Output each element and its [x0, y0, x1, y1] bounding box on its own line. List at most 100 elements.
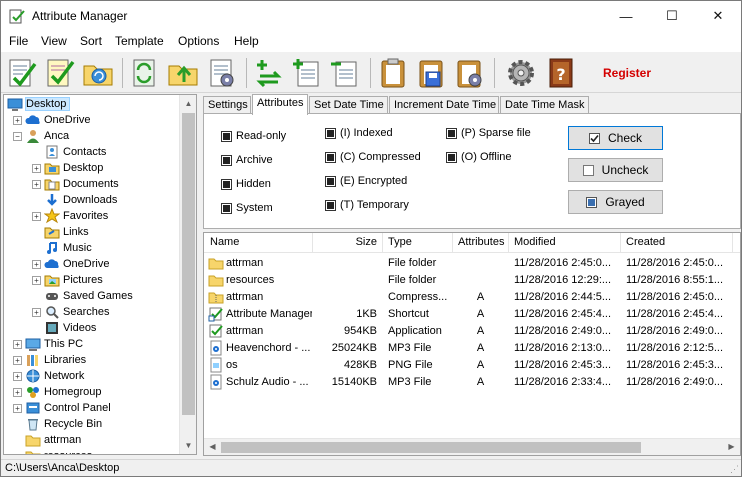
tree-node[interactable]: Links	[32, 224, 89, 240]
column-name[interactable]: Name	[210, 236, 239, 248]
tree-node[interactable]: Saved Games	[32, 288, 133, 304]
folder-refresh-icon[interactable]	[81, 56, 115, 90]
expand-icon[interactable]: +	[13, 339, 22, 349]
compressed-checkbox[interactable]: (C) Compressed	[325, 151, 421, 163]
tree-node[interactable]: + Searches	[32, 304, 109, 320]
maximize-button[interactable]: ☐	[649, 1, 695, 31]
file-row[interactable]: Schulz Audio - ... 15140KB MP3 File A 11/28/…	[204, 374, 740, 391]
folder-tree[interactable]: Desktop + OneDrive − Anca Contacts + Desktop + Do…	[3, 94, 197, 455]
help-book-icon[interactable]: ?	[544, 56, 578, 90]
expand-icon[interactable]: +	[13, 403, 22, 413]
file-row[interactable]: attrman Compress... A 11/28/2016 2:44:5... 1…	[204, 289, 740, 306]
tab-set-date-time[interactable]: Set Date Time	[309, 96, 388, 114]
file-row[interactable]: attrman 954KB Application A 11/28/2016 2:49:…	[204, 323, 740, 340]
file-row[interactable]: Heavenchord - ... 25024KB MP3 File A 11/28/2…	[204, 340, 740, 357]
tree-node[interactable]: + This PC	[13, 336, 83, 352]
check-button[interactable]: Check	[568, 126, 663, 150]
tree-node[interactable]: + Documents	[32, 176, 119, 192]
tree-node[interactable]: Desktop	[7, 96, 71, 112]
tree-node[interactable]: + Pictures	[32, 272, 103, 288]
scroll-thumb[interactable]	[221, 442, 641, 453]
tree-vertical-scrollbar[interactable]: ▲ ▼	[179, 95, 196, 454]
gear-icon[interactable]	[504, 56, 538, 90]
expand-icon[interactable]: +	[32, 275, 41, 285]
offline-checkbox[interactable]: (O) Offline	[446, 151, 512, 163]
archive-checkbox[interactable]: Archive	[221, 154, 273, 166]
scroll-down-arrow[interactable]: ▼	[180, 437, 196, 454]
sparse-file-checkbox[interactable]: (P) Sparse file	[446, 127, 531, 139]
tree-node[interactable]: Music	[32, 240, 92, 256]
temporary-checkbox[interactable]: (T) Temporary	[325, 199, 409, 211]
expand-icon[interactable]: +	[32, 179, 41, 189]
expand-icon[interactable]: +	[32, 307, 41, 317]
indexed-checkbox[interactable]: (I) Indexed	[325, 127, 393, 139]
tree-node[interactable]: + OneDrive	[32, 256, 109, 272]
properties-icon[interactable]	[205, 56, 239, 90]
tree-node[interactable]: Contacts	[32, 144, 106, 160]
tree-node[interactable]: + Favorites	[32, 208, 108, 224]
tree-node[interactable]: + Control Panel	[13, 400, 111, 416]
menu-help[interactable]: Help	[234, 34, 259, 48]
system-checkbox[interactable]: System	[221, 202, 273, 214]
expand-icon[interactable]: +	[13, 371, 22, 381]
grayed-button[interactable]: Grayed	[568, 190, 663, 214]
check-all-icon[interactable]	[5, 56, 39, 90]
file-row[interactable]: os 428KB PNG File A 11/28/2016 2:45:3... 11/2…	[204, 357, 740, 374]
resize-grip-icon[interactable]: ⋰	[730, 464, 739, 475]
tree-node[interactable]: + Homegroup	[13, 384, 101, 400]
column-modified[interactable]: Modified	[514, 236, 556, 248]
menu-options[interactable]: Options	[178, 34, 219, 48]
register-link[interactable]: Register	[603, 66, 651, 80]
add-swap-icon[interactable]	[252, 56, 286, 90]
collapse-icon[interactable]: −	[13, 131, 22, 141]
minimize-button[interactable]: —	[603, 1, 649, 31]
tree-node[interactable]: attrman	[13, 432, 81, 448]
column-created[interactable]: Created	[626, 236, 665, 248]
file-list[interactable]: Name Size Type Attributes Modified Creat…	[203, 232, 741, 456]
tree-node[interactable]: + OneDrive	[13, 112, 90, 128]
sync-documents-icon[interactable]	[128, 56, 162, 90]
expand-icon[interactable]: +	[13, 387, 22, 397]
close-button[interactable]: ✕	[695, 1, 741, 31]
tab-increment-date-time[interactable]: Increment Date Time	[389, 96, 499, 114]
expand-icon[interactable]: +	[32, 211, 41, 221]
readonly-checkbox[interactable]: Read-only	[221, 130, 286, 142]
tab-attributes[interactable]: Attributes	[252, 94, 308, 115]
scroll-up-arrow[interactable]: ▲	[180, 95, 196, 112]
clipboard-save-icon[interactable]	[414, 56, 448, 90]
tree-node[interactable]: + Network	[13, 368, 84, 384]
encrypted-checkbox[interactable]: (E) Encrypted	[325, 175, 407, 187]
uncheck-button[interactable]: Uncheck	[568, 158, 663, 182]
tree-node[interactable]: + Desktop	[32, 160, 103, 176]
file-row[interactable]: attrman File folder 11/28/2016 2:45:0... 11…	[204, 255, 740, 272]
remove-document-icon[interactable]	[328, 56, 362, 90]
column-size[interactable]: Size	[312, 236, 377, 248]
file-row[interactable]: resources File folder 11/28/2016 12:29:...…	[204, 272, 740, 289]
tree-node[interactable]: − Anca	[13, 128, 69, 144]
clipboard-settings-icon[interactable]	[452, 56, 486, 90]
expand-icon[interactable]: +	[32, 163, 41, 173]
check-selected-icon[interactable]	[43, 56, 77, 90]
tree-node[interactable]: Recycle Bin	[13, 416, 102, 432]
tree-node[interactable]: Downloads	[32, 192, 117, 208]
tree-node[interactable]: + Libraries	[13, 352, 86, 368]
menu-sort[interactable]: Sort	[80, 34, 102, 48]
menu-template[interactable]: Template	[115, 34, 164, 48]
clipboard-icon[interactable]	[376, 56, 410, 90]
scroll-thumb[interactable]	[182, 113, 195, 415]
scroll-left-arrow[interactable]: ◀	[204, 439, 221, 455]
expand-icon[interactable]: +	[13, 355, 22, 365]
list-horizontal-scrollbar[interactable]: ◀ ▶	[204, 438, 740, 455]
folder-up-icon[interactable]	[166, 56, 200, 90]
column-type[interactable]: Type	[388, 236, 412, 248]
tree-node[interactable]: Videos	[32, 320, 96, 336]
tab-date-time-mask[interactable]: Date Time Mask	[500, 96, 589, 114]
tree-node[interactable]: resources	[13, 448, 92, 454]
menu-view[interactable]: View	[41, 34, 67, 48]
scroll-right-arrow[interactable]: ▶	[723, 439, 740, 455]
expand-icon[interactable]: +	[32, 259, 41, 269]
tab-settings[interactable]: Settings	[203, 96, 251, 114]
add-document-icon[interactable]	[290, 56, 324, 90]
menu-file[interactable]: File	[9, 34, 28, 48]
file-row[interactable]: Attribute Manager 1KB Shortcut A 11/28/2016 …	[204, 306, 740, 323]
